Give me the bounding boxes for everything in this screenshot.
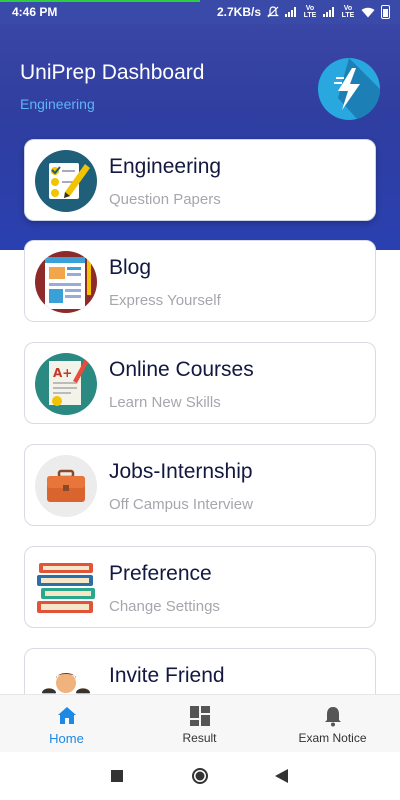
signal-icon-2: [323, 7, 335, 17]
nav-home[interactable]: Home: [0, 695, 133, 753]
nav-label: Home: [49, 731, 84, 746]
card-online-courses[interactable]: A+ Online Courses Learn New Skills: [24, 342, 376, 424]
volte-badge: Vo LTE: [303, 5, 317, 19]
card-subtitle: Change Settings: [109, 598, 220, 615]
bell-icon: [324, 707, 341, 727]
signal-icon: [285, 7, 297, 17]
card-title: Blog: [109, 256, 152, 279]
recent-apps-icon[interactable]: [111, 770, 123, 782]
nav-label: Result: [182, 731, 217, 745]
volte-badge-2: Vo LTE: [341, 5, 355, 19]
status-icons: 2.7KB/s Vo LTE Vo LTE: [217, 5, 390, 19]
briefcase-icon: [35, 455, 97, 517]
card-subtitle: Question Papers: [109, 191, 221, 208]
bottom-navigation: Home Result Exam Notice: [0, 694, 400, 752]
card-jobs-internship[interactable]: Jobs-Internship Off Campus Interview: [24, 444, 376, 526]
card-title: Invite Friend: [109, 664, 225, 687]
card-subtitle: Express Yourself: [109, 292, 221, 309]
card-title: Online Courses: [109, 358, 254, 381]
wifi-icon: [361, 7, 375, 17]
card-title: Jobs-Internship: [109, 460, 253, 483]
page-title: UniPrep Dashboard: [20, 61, 205, 84]
nav-label: Exam Notice: [298, 731, 367, 745]
status-time: 4:46 PM: [12, 5, 58, 19]
mute-bell-icon: [267, 6, 279, 18]
lightning-bolt-icon[interactable]: [318, 58, 380, 120]
card-subtitle: Learn New Skills: [109, 394, 221, 411]
battery-icon: [381, 5, 390, 19]
nav-exam-notice[interactable]: Exam Notice: [266, 695, 399, 753]
card-engineering[interactable]: Engineering Question Papers: [24, 139, 376, 221]
home-icon: [57, 707, 76, 724]
blog-article-icon: [35, 251, 97, 313]
exam-paper-checklist-icon: [35, 150, 97, 212]
graded-paper-icon: A+: [35, 353, 97, 415]
card-title: Preference: [109, 562, 212, 585]
network-speed: 2.7KB/s: [216, 5, 261, 19]
back-triangle-icon[interactable]: [275, 769, 288, 783]
card-preference[interactable]: Preference Change Settings: [24, 546, 376, 628]
loading-indicator: [0, 0, 200, 2]
svg-text:A+: A+: [53, 366, 72, 380]
dashboard-grid-icon: [189, 706, 210, 726]
page-subtitle: Engineering: [20, 96, 95, 112]
card-subtitle: Off Campus Interview: [109, 496, 253, 513]
card-blog[interactable]: Blog Express Yourself: [24, 240, 376, 322]
nav-result[interactable]: Result: [133, 695, 266, 753]
home-circle-icon[interactable]: [191, 767, 209, 785]
system-navigation-bar: [0, 752, 400, 800]
book-stack-icon: [35, 557, 97, 619]
status-bar: 4:46 PM 2.7KB/s Vo LTE Vo LTE: [0, 0, 400, 24]
card-title: Engineering: [109, 155, 222, 178]
